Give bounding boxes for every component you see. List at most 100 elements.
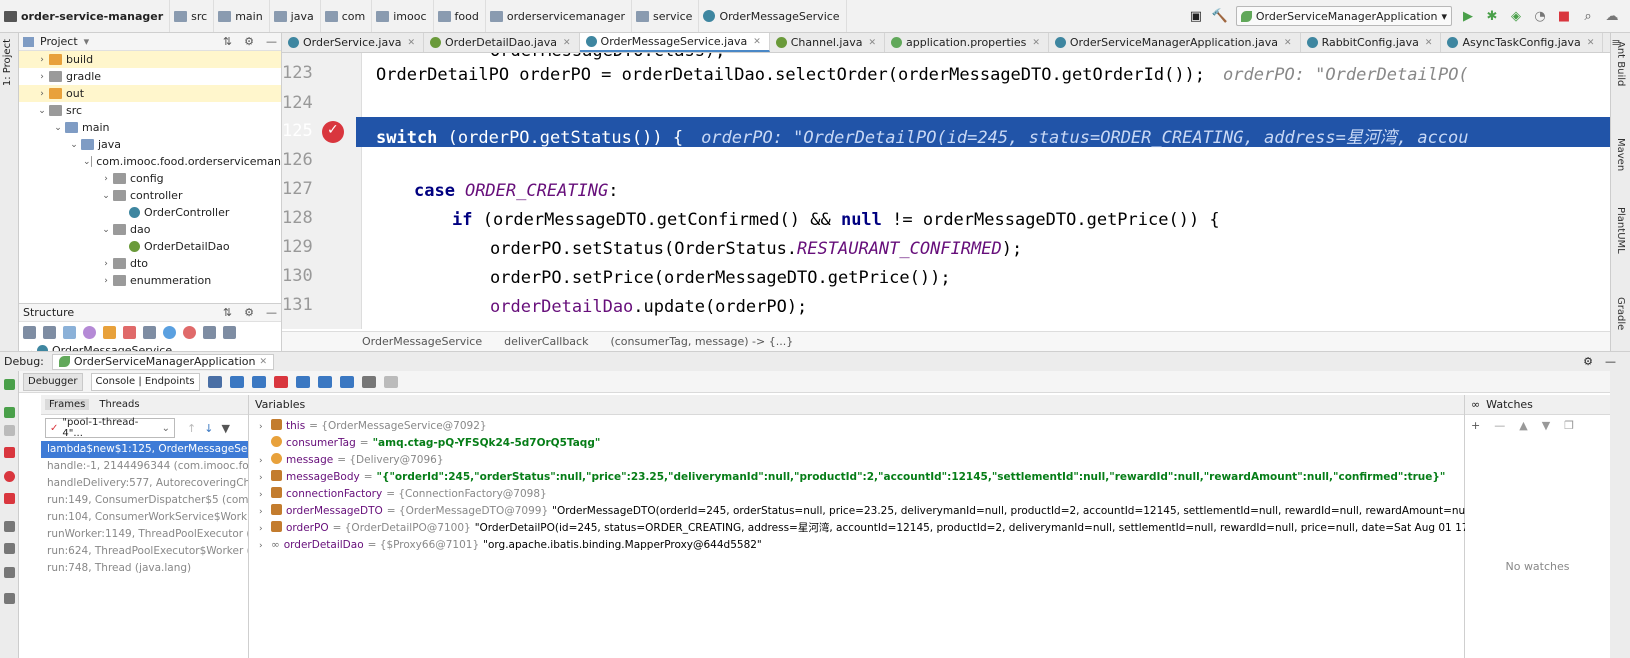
chevron-right-icon[interactable]: › xyxy=(259,521,271,538)
variable-row[interactable]: › orderMessageDTO = {OrderMessageDTO@7099}… xyxy=(249,503,1570,521)
close-icon[interactable]: ✕ xyxy=(407,38,415,48)
chevron-right-icon[interactable]: › xyxy=(99,276,113,286)
variable-row[interactable]: › orderPO = {OrderDetailPO@7100} "OrderDeta… xyxy=(249,520,1565,538)
breadcrumb-item[interactable]: service xyxy=(632,0,700,32)
project-tree-item[interactable]: OrderController xyxy=(19,204,281,221)
variable-row[interactable]: › messageBody = "{"orderId":245,"orderStatu… xyxy=(249,469,1464,486)
run-config-select[interactable]: OrderServiceManagerApplication ▾ xyxy=(1235,6,1452,26)
pause-icon[interactable] xyxy=(4,425,15,436)
step-over-icon[interactable] xyxy=(229,375,244,388)
close-icon[interactable]: ✕ xyxy=(1425,38,1433,48)
thread-selector[interactable]: ✓ "pool-1-thread-4"... ⌄ xyxy=(45,417,175,439)
project-tree-item[interactable]: › dto xyxy=(19,255,281,272)
tab-frames[interactable]: Frames xyxy=(45,399,90,410)
close-icon[interactable]: ✕ xyxy=(1284,38,1292,48)
tool-window-gradle[interactable]: Gradle xyxy=(1615,297,1626,330)
hammer-icon[interactable]: 🔨 xyxy=(1212,8,1228,24)
frame-item[interactable]: run:149, ConsumerDispatcher$5 (com.ra xyxy=(41,492,248,509)
project-tree-item[interactable]: › build xyxy=(19,51,281,68)
arrow-up-icon[interactable]: ↑ xyxy=(187,422,196,435)
pin-icon[interactable] xyxy=(4,593,15,604)
breadcrumb-item[interactable]: src xyxy=(170,0,215,32)
editor-tab[interactable]: RabbitConfig.java ✕ xyxy=(1301,33,1442,52)
mute-breakpoints-icon[interactable] xyxy=(4,493,15,504)
sort-alpha-icon[interactable] xyxy=(23,325,36,339)
gear-icon[interactable]: ⚙ xyxy=(1583,355,1593,368)
close-icon[interactable]: ✕ xyxy=(563,38,571,48)
trace-icon[interactable] xyxy=(383,375,398,388)
stop-icon[interactable]: ■ xyxy=(1556,8,1572,24)
breadcrumb-item[interactable]: food xyxy=(434,0,486,32)
breadcrumb-item[interactable]: OrderMessageService xyxy=(699,0,847,32)
chevron-down-icon[interactable]: ⌄ xyxy=(83,157,91,167)
frame-item[interactable]: handleDelivery:577, AutorecoveringChan xyxy=(41,475,248,492)
tab-list-menu[interactable]: ≡ xyxy=(1603,36,1628,49)
close-icon[interactable]: ✕ xyxy=(259,357,267,367)
tab-console-endpoints[interactable]: Console | Endpoints xyxy=(90,372,200,391)
minimize-icon[interactable]: — xyxy=(266,306,277,319)
cloud-icon[interactable]: ☁ xyxy=(1604,8,1620,24)
move-up-icon[interactable]: ▲ xyxy=(1519,419,1527,432)
debug-session-tab[interactable]: OrderServiceManagerApplication ✕ xyxy=(51,353,275,370)
expand-all-icon[interactable] xyxy=(203,325,216,339)
variable-row[interactable]: consumerTag = "amq.ctag-pQ-YFSQk24-5d7OrQ5… xyxy=(249,435,1464,452)
variable-row[interactable]: › connectionFactory = {ConnectionFactory@7… xyxy=(249,486,1464,503)
move-down-icon[interactable]: ▼ xyxy=(1542,419,1550,432)
show-execution-point-icon[interactable] xyxy=(207,375,222,388)
chevron-right-icon[interactable]: › xyxy=(259,487,271,504)
sort-icon[interactable]: ⇅ xyxy=(223,306,232,319)
gear-icon[interactable]: ⚙ xyxy=(244,306,254,319)
coverage-icon[interactable]: ◈ xyxy=(1508,8,1524,24)
variable-row[interactable]: › ∞ orderDetailDao = {$Proxy66@7101} "org.ap… xyxy=(249,537,1464,554)
layout-icon[interactable]: ▣ xyxy=(1188,8,1204,24)
close-icon[interactable]: ✕ xyxy=(1032,38,1040,48)
project-tree-item[interactable]: ⌄ dao xyxy=(19,221,281,238)
project-title[interactable]: Project xyxy=(40,35,78,48)
variable-row[interactable]: › this = {OrderMessageService@7092} xyxy=(249,418,1464,435)
chevron-down-icon[interactable]: ⌄ xyxy=(99,225,113,235)
sort-visibility-icon[interactable] xyxy=(43,325,56,339)
breadcrumb-item[interactable]: orderservicemanager xyxy=(486,0,633,32)
frame-item[interactable]: run:104, ConsumerWorkService$WorkPo xyxy=(41,509,248,526)
chevron-down-icon[interactable]: ⌄ xyxy=(99,191,113,201)
minimize-icon[interactable]: — xyxy=(266,35,277,48)
minimize-icon[interactable]: — xyxy=(1605,355,1616,368)
evaluate-expression-icon[interactable] xyxy=(361,375,376,388)
chevron-down-icon[interactable]: ⌄ xyxy=(51,123,65,133)
project-tree-item[interactable]: › gradle xyxy=(19,68,281,85)
show-inherited-icon[interactable] xyxy=(63,325,76,339)
camera-icon[interactable] xyxy=(4,521,15,532)
editor-tab[interactable]: OrderService.java ✕ xyxy=(282,33,425,52)
project-tree-item[interactable]: ⌄ java xyxy=(19,136,281,153)
filter-icon[interactable]: ▼ xyxy=(221,422,229,435)
collapse-all-icon[interactable] xyxy=(223,325,236,339)
lambda-filter-icon[interactable] xyxy=(183,325,196,339)
chevron-right-icon[interactable]: › xyxy=(35,89,49,99)
breakpoint-icon[interactable] xyxy=(322,121,344,143)
field-icon[interactable] xyxy=(103,325,116,339)
chevron-right-icon[interactable]: › xyxy=(259,504,271,521)
project-tree-item[interactable]: OrderDetailDao xyxy=(19,238,281,255)
frame-item[interactable]: runWorker:1149, ThreadPoolExecutor (ja xyxy=(41,526,248,543)
editor-tab[interactable]: AsyncTaskConfig.java ✕ xyxy=(1441,33,1604,52)
editor-tab[interactable]: OrderServiceManagerApplication.java ✕ xyxy=(1049,33,1301,52)
add-icon[interactable]: + xyxy=(1471,419,1480,432)
breadcrumb-item[interactable]: java xyxy=(270,0,321,32)
project-tree-item[interactable]: ⌄ com.imooc.food.orderserviceman xyxy=(19,153,281,170)
frame-item[interactable]: lambda$new$1:125, OrderMessageServi xyxy=(41,441,248,458)
search-icon[interactable]: ⌕ xyxy=(1580,8,1596,24)
chevron-right-icon[interactable]: › xyxy=(259,453,271,470)
code-editor[interactable]: 123 124 125 126 127 128 129 130 131 OrderMessage… xyxy=(282,53,1610,329)
force-step-into-icon[interactable] xyxy=(273,375,288,388)
resume-icon[interactable] xyxy=(4,407,15,418)
close-icon[interactable]: ✕ xyxy=(753,37,761,47)
chevron-right-icon[interactable]: › xyxy=(99,174,113,184)
editor-breadcrumb-item[interactable]: (consumerTag, message) -> {...} xyxy=(610,335,793,348)
project-tool-button[interactable]: 1: Project xyxy=(2,39,13,86)
close-icon[interactable]: ✕ xyxy=(868,38,876,48)
project-tree-item[interactable]: › config xyxy=(19,170,281,187)
line-gutter[interactable]: 123 124 125 126 127 128 129 130 131 xyxy=(282,53,362,329)
tab-threads[interactable]: Threads xyxy=(95,399,143,410)
anonymous-icon[interactable] xyxy=(143,325,156,339)
tool-window-maven[interactable]: Maven xyxy=(1615,138,1626,171)
